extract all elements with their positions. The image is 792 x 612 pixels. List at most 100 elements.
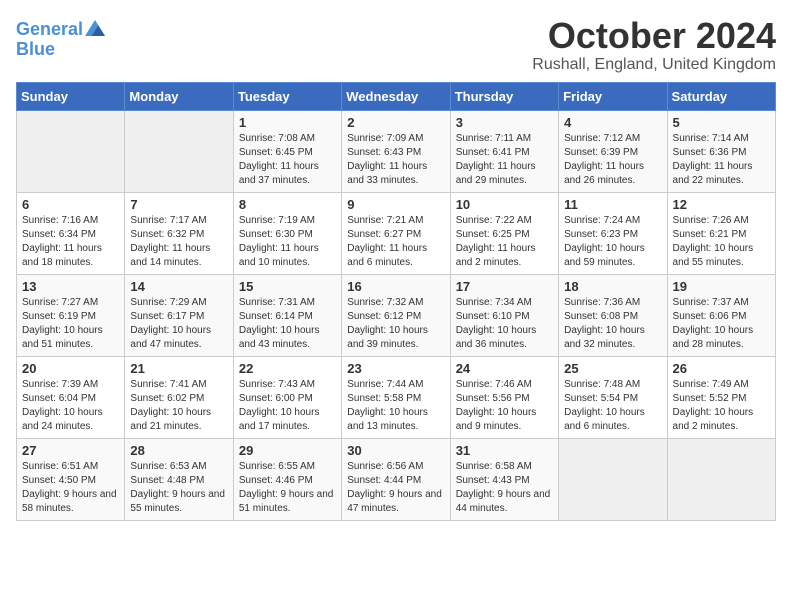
week-row-3: 13 Sunrise: 7:27 AM Sunset: 6:19 PM Dayli… bbox=[17, 274, 776, 356]
calendar-cell: 15Sunrise: 7:31 AM Sunset: 6:14 PM Dayli… bbox=[233, 274, 341, 356]
day-number: 7 bbox=[130, 197, 227, 212]
day-detail: Sunrise: 7:46 AM Sunset: 5:56 PM Dayligh… bbox=[456, 378, 553, 434]
calendar-cell: 10 Sunrise: 7:22 AM Sunset: 6:25 PM Dayli… bbox=[450, 192, 558, 274]
day-number: 25 bbox=[564, 361, 661, 376]
calendar-cell bbox=[17, 110, 125, 192]
day-detail: Sunrise: 7:19 AM Sunset: 6:30 PM Dayligh… bbox=[239, 214, 336, 270]
day-number: 22 bbox=[239, 361, 336, 376]
calendar-cell: 5 Sunrise: 7:14 AM Sunset: 6:36 PM Daylig… bbox=[667, 110, 775, 192]
day-detail: Sunrise: 6:56 AM Sunset: 4:44 PM Dayligh… bbox=[347, 460, 444, 516]
day-detail: Sunrise: 7:17 AM Sunset: 6:32 PM Dayligh… bbox=[130, 214, 227, 270]
title-section: October 2024 Rushall, England, United Ki… bbox=[532, 16, 776, 74]
calendar-cell: 6 Sunrise: 7:16 AM Sunset: 6:34 PM Daylig… bbox=[17, 192, 125, 274]
calendar-cell: 17 Sunrise: 7:34 AM Sunset: 6:10 PM Dayli… bbox=[450, 274, 558, 356]
calendar-cell: 23 Sunrise: 7:44 AM Sunset: 5:58 PM Dayli… bbox=[342, 356, 450, 438]
day-number: 20 bbox=[22, 361, 119, 376]
day-number: 14 bbox=[130, 279, 227, 294]
day-detail: Sunrise: 7:16 AM Sunset: 6:34 PM Dayligh… bbox=[22, 214, 119, 270]
week-row-1: 1 Sunrise: 7:08 AM Sunset: 6:45 PM Daylig… bbox=[17, 110, 776, 192]
logo-icon bbox=[85, 18, 105, 38]
day-detail: Sunrise: 6:55 AM Sunset: 4:46 PM Dayligh… bbox=[239, 460, 336, 516]
logo: General Blue bbox=[16, 20, 105, 60]
calendar-cell: 25 Sunrise: 7:48 AM Sunset: 5:54 PM Dayli… bbox=[559, 356, 667, 438]
day-detail: Sunrise: 7:26 AM Sunset: 6:21 PM Dayligh… bbox=[673, 214, 770, 270]
day-detail: Sunrise: 7:32 AM Sunset: 6:12 PM Dayligh… bbox=[347, 296, 444, 352]
location-subtitle: Rushall, England, United Kingdom bbox=[532, 56, 776, 74]
calendar-cell: 28 Sunrise: 6:53 AM Sunset: 4:48 PM Dayli… bbox=[125, 438, 233, 520]
day-detail: Sunrise: 7:49 AM Sunset: 5:52 PM Dayligh… bbox=[673, 378, 770, 434]
day-number: 8 bbox=[239, 197, 336, 212]
col-header-thursday: Thursday bbox=[450, 82, 558, 110]
calendar-cell: 12 Sunrise: 7:26 AM Sunset: 6:21 PM Dayli… bbox=[667, 192, 775, 274]
calendar-cell: 31Sunrise: 6:58 AM Sunset: 4:43 PM Dayli… bbox=[450, 438, 558, 520]
day-detail: Sunrise: 7:34 AM Sunset: 6:10 PM Dayligh… bbox=[456, 296, 553, 352]
col-header-saturday: Saturday bbox=[667, 82, 775, 110]
calendar-cell: 4Sunrise: 7:12 AM Sunset: 6:39 PM Daylig… bbox=[559, 110, 667, 192]
calendar-cell: 20Sunrise: 7:39 AM Sunset: 6:04 PM Dayli… bbox=[17, 356, 125, 438]
week-row-2: 6 Sunrise: 7:16 AM Sunset: 6:34 PM Daylig… bbox=[17, 192, 776, 274]
col-header-monday: Monday bbox=[125, 82, 233, 110]
calendar-cell: 1 Sunrise: 7:08 AM Sunset: 6:45 PM Daylig… bbox=[233, 110, 341, 192]
day-number: 12 bbox=[673, 197, 770, 212]
day-number: 5 bbox=[673, 115, 770, 130]
day-detail: Sunrise: 6:53 AM Sunset: 4:48 PM Dayligh… bbox=[130, 460, 227, 516]
col-header-sunday: Sunday bbox=[17, 82, 125, 110]
month-title: October 2024 bbox=[532, 16, 776, 56]
calendar-cell: 2Sunrise: 7:09 AM Sunset: 6:43 PM Daylig… bbox=[342, 110, 450, 192]
calendar-cell: 29 Sunrise: 6:55 AM Sunset: 4:46 PM Dayli… bbox=[233, 438, 341, 520]
day-number: 21 bbox=[130, 361, 227, 376]
calendar-cell: 8 Sunrise: 7:19 AM Sunset: 6:30 PM Daylig… bbox=[233, 192, 341, 274]
day-detail: Sunrise: 7:24 AM Sunset: 6:23 PM Dayligh… bbox=[564, 214, 661, 270]
calendar-cell: 19Sunrise: 7:37 AM Sunset: 6:06 PM Dayli… bbox=[667, 274, 775, 356]
week-row-4: 20Sunrise: 7:39 AM Sunset: 6:04 PM Dayli… bbox=[17, 356, 776, 438]
calendar-cell bbox=[125, 110, 233, 192]
day-number: 6 bbox=[22, 197, 119, 212]
day-number: 31 bbox=[456, 443, 553, 458]
logo-text-line2: Blue bbox=[16, 40, 55, 60]
day-number: 17 bbox=[456, 279, 553, 294]
day-detail: Sunrise: 7:31 AM Sunset: 6:14 PM Dayligh… bbox=[239, 296, 336, 352]
day-number: 10 bbox=[456, 197, 553, 212]
page-header: General Blue October 2024 Rushall, Engla… bbox=[16, 16, 776, 74]
day-number: 3 bbox=[456, 115, 553, 130]
calendar-cell: 26 Sunrise: 7:49 AM Sunset: 5:52 PM Dayli… bbox=[667, 356, 775, 438]
day-detail: Sunrise: 7:29 AM Sunset: 6:17 PM Dayligh… bbox=[130, 296, 227, 352]
day-number: 16 bbox=[347, 279, 444, 294]
day-detail: Sunrise: 7:36 AM Sunset: 6:08 PM Dayligh… bbox=[564, 296, 661, 352]
calendar-cell: 11 Sunrise: 7:24 AM Sunset: 6:23 PM Dayli… bbox=[559, 192, 667, 274]
calendar-cell: 21 Sunrise: 7:41 AM Sunset: 6:02 PM Dayli… bbox=[125, 356, 233, 438]
day-number: 26 bbox=[673, 361, 770, 376]
calendar-cell: 30Sunrise: 6:56 AM Sunset: 4:44 PM Dayli… bbox=[342, 438, 450, 520]
calendar-cell: 22 Sunrise: 7:43 AM Sunset: 6:00 PM Dayli… bbox=[233, 356, 341, 438]
day-number: 23 bbox=[347, 361, 444, 376]
col-header-tuesday: Tuesday bbox=[233, 82, 341, 110]
week-row-5: 27Sunrise: 6:51 AM Sunset: 4:50 PM Dayli… bbox=[17, 438, 776, 520]
day-detail: Sunrise: 7:27 AM Sunset: 6:19 PM Dayligh… bbox=[22, 296, 119, 352]
day-number: 24 bbox=[456, 361, 553, 376]
day-detail: Sunrise: 7:44 AM Sunset: 5:58 PM Dayligh… bbox=[347, 378, 444, 434]
logo-text-line1: General bbox=[16, 20, 83, 40]
day-detail: Sunrise: 7:14 AM Sunset: 6:36 PM Dayligh… bbox=[673, 132, 770, 188]
calendar-table: SundayMondayTuesdayWednesdayThursdayFrid… bbox=[16, 82, 776, 521]
day-number: 11 bbox=[564, 197, 661, 212]
day-number: 19 bbox=[673, 279, 770, 294]
day-detail: Sunrise: 7:21 AM Sunset: 6:27 PM Dayligh… bbox=[347, 214, 444, 270]
calendar-cell: 24 Sunrise: 7:46 AM Sunset: 5:56 PM Dayli… bbox=[450, 356, 558, 438]
day-detail: Sunrise: 7:41 AM Sunset: 6:02 PM Dayligh… bbox=[130, 378, 227, 434]
day-detail: Sunrise: 7:12 AM Sunset: 6:39 PM Dayligh… bbox=[564, 132, 661, 188]
day-detail: Sunrise: 7:48 AM Sunset: 5:54 PM Dayligh… bbox=[564, 378, 661, 434]
day-number: 29 bbox=[239, 443, 336, 458]
day-number: 18 bbox=[564, 279, 661, 294]
day-detail: Sunrise: 7:09 AM Sunset: 6:43 PM Dayligh… bbox=[347, 132, 444, 188]
calendar-cell: 18 Sunrise: 7:36 AM Sunset: 6:08 PM Dayli… bbox=[559, 274, 667, 356]
calendar-cell: 27Sunrise: 6:51 AM Sunset: 4:50 PM Dayli… bbox=[17, 438, 125, 520]
col-header-friday: Friday bbox=[559, 82, 667, 110]
day-number: 28 bbox=[130, 443, 227, 458]
day-detail: Sunrise: 7:08 AM Sunset: 6:45 PM Dayligh… bbox=[239, 132, 336, 188]
calendar-cell: 7 Sunrise: 7:17 AM Sunset: 6:32 PM Daylig… bbox=[125, 192, 233, 274]
day-detail: Sunrise: 7:43 AM Sunset: 6:00 PM Dayligh… bbox=[239, 378, 336, 434]
day-detail: Sunrise: 7:22 AM Sunset: 6:25 PM Dayligh… bbox=[456, 214, 553, 270]
calendar-cell: 13 Sunrise: 7:27 AM Sunset: 6:19 PM Dayli… bbox=[17, 274, 125, 356]
day-number: 13 bbox=[22, 279, 119, 294]
day-number: 1 bbox=[239, 115, 336, 130]
